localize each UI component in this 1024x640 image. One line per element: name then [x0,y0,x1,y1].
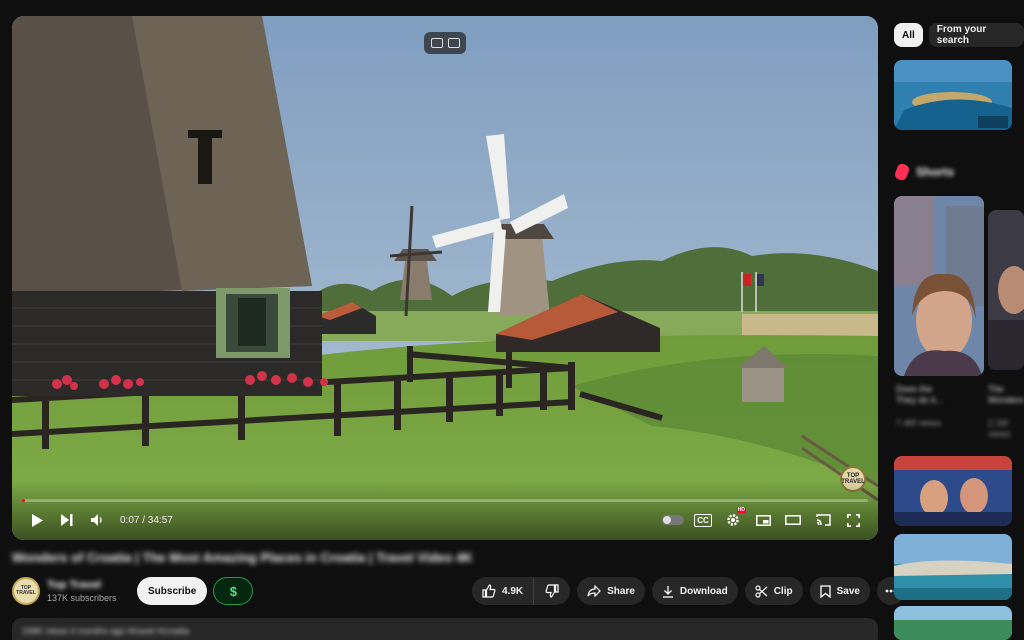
share-label: Share [607,585,635,597]
subscriber-count: 137K subscribers [47,593,117,603]
short-title-1: Does the They do it... [896,384,944,405]
dollar-icon: $ [229,583,237,599]
chip-all[interactable]: All [894,23,923,47]
miniplayer-button[interactable] [748,506,778,534]
shorts-icon [893,162,911,182]
channel-row: TOP TRAVEL Top Travel 137K subscribers S… [12,574,254,608]
theater-icon [785,515,801,525]
download-label: Download [679,585,728,597]
player-controls: 0:07 / 34:57 CC HD [12,506,878,534]
save-label: Save [836,585,860,597]
save-button[interactable]: Save [809,577,870,605]
shorts-label: Shorts [916,165,955,179]
video-title: Wonders of Croatia | The Most Amazing Pl… [12,550,473,565]
progress-bar[interactable] [22,499,868,502]
thumbs-up-icon [482,584,496,598]
subtitles-button[interactable]: CC [688,506,718,534]
bookmark-icon [819,584,831,598]
download-button[interactable]: Download [651,577,738,605]
settings-button[interactable]: HD [718,506,748,534]
play-button[interactable] [22,506,52,534]
channel-avatar[interactable]: TOP TRAVEL [12,577,40,605]
subscribe-button[interactable]: Subscribe [137,577,208,605]
video-frame[interactable] [12,16,878,540]
channel-meta: Top Travel 137K subscribers [47,579,125,603]
description-box[interactable]: 248K views 4 months ago #travel #croatia [12,618,878,640]
short-views-2: 2.1M views [988,418,1011,439]
miniplayer-icon [755,514,771,526]
play-icon [32,513,43,527]
autoplay-toggle[interactable] [658,506,688,534]
hd-badge: HD [736,507,746,513]
cast-button[interactable] [808,506,838,534]
cast-icon [815,514,831,526]
chip-from-your-search[interactable]: From your search [928,23,1024,47]
scissors-icon [755,584,768,598]
progress-fill [22,499,26,502]
next-button[interactable] [52,506,82,534]
picture-in-picture-controls[interactable] [424,32,466,54]
dislike-button[interactable] [534,577,571,605]
collapse-icon[interactable] [430,38,443,48]
clip-button[interactable]: Clip [744,577,803,605]
clip-label: Clip [773,585,793,597]
sidebar-video-thumbnail[interactable] [894,456,1012,526]
mute-button[interactable] [82,506,112,534]
short-views-1: 7.4M views [896,418,942,428]
thanks-button[interactable]: $ [213,577,254,605]
fullscreen-button[interactable] [838,506,868,534]
volume-icon [91,514,102,526]
like-button[interactable]: 4.9K [472,577,535,605]
sidebar-video-thumbnail[interactable] [894,606,1012,640]
like-count: 4.9K [502,585,524,597]
short-title-2: The Wonders [988,384,1024,405]
share-button[interactable]: Share [577,577,645,605]
time-display: 0:07 / 34:57 [120,514,173,526]
sidebar-video-thumbnail[interactable] [894,534,1012,600]
pip-icon[interactable] [447,38,460,48]
channel-name[interactable]: Top Travel [47,579,125,591]
short-thumbnail-2[interactable] [988,210,1024,370]
share-icon [587,585,601,597]
avatar-label: TOP TRAVEL [16,585,36,596]
sidebar-video-thumbnail[interactable] [894,60,1012,130]
sidebar-filter-chips: All From your search [894,23,1024,47]
cc-icon: CC [694,513,712,527]
fullscreen-icon [846,513,860,527]
autoplay-toggle-icon [662,515,684,525]
like-dislike-group: 4.9K [472,577,571,605]
next-icon [61,514,73,526]
video-actions: 4.9K Share Download Clip Save [472,577,905,605]
thumbs-down-icon [545,584,559,598]
short-thumbnail-1[interactable] [894,196,984,376]
theater-mode-button[interactable] [778,506,808,534]
description-meta: 248K views 4 months ago #travel #croatia [22,626,190,636]
video-player[interactable]: TOP TRAVEL 0:07 / 34:57 CC HD [12,16,878,540]
shorts-header: Shorts [893,162,955,182]
download-icon [662,585,673,598]
gear-icon [727,514,739,526]
